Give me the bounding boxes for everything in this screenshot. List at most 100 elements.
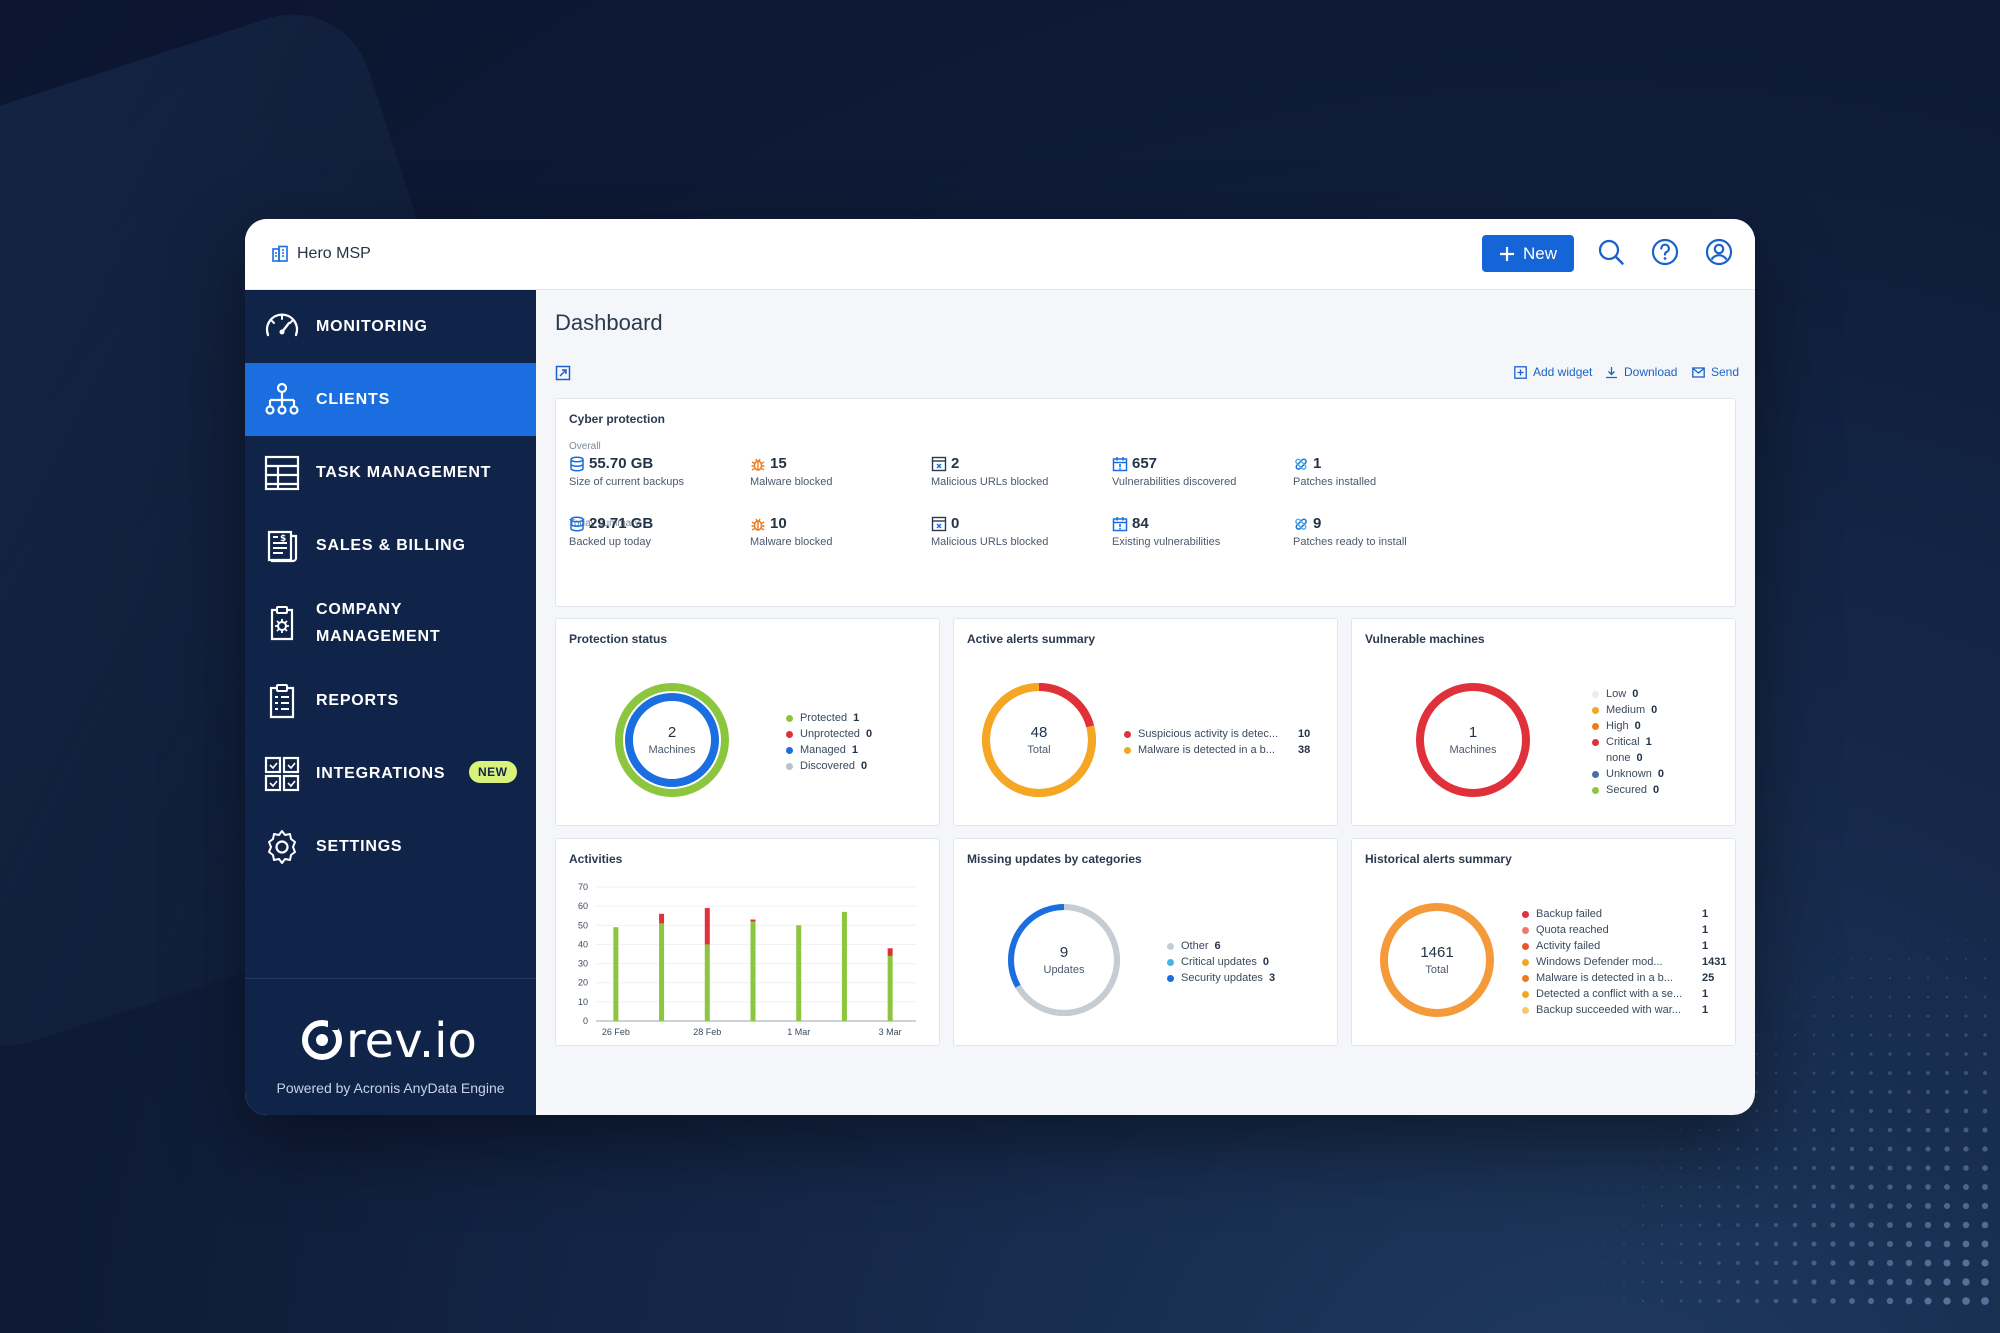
overall-label: Overall [569, 441, 601, 452]
stat-caption: Patches ready to install [1293, 536, 1407, 548]
legend-color-dot [1124, 730, 1131, 738]
sidebar-item-task-management[interactable]: TASK MANAGEMENT [245, 436, 536, 509]
bug-icon [751, 518, 765, 531]
task-board-icon [264, 455, 300, 490]
legend-item[interactable]: Suspicious activity is detec... 10 [1124, 726, 1314, 742]
mail-icon [1692, 366, 1705, 378]
legend-item[interactable]: Secured 0 [1592, 782, 1664, 798]
stat-value: 0 [951, 515, 960, 532]
help-icon[interactable] [1650, 237, 1680, 267]
sidebar: MONITORING CLIENTS TASK MANAGEMENT $ SAL… [245, 290, 536, 1115]
widget-title: Missing updates by categories [967, 852, 1142, 866]
legend-color-dot [1522, 1006, 1529, 1014]
sidebar-item-settings[interactable]: SETTINGS [245, 810, 536, 883]
bar-segment [887, 948, 893, 956]
legend-item[interactable]: Medium 0 [1592, 702, 1664, 718]
stat-caption: Patches installed [1293, 476, 1377, 488]
user-account-icon[interactable] [1704, 237, 1734, 267]
add-widget-button[interactable]: Add widget [1514, 365, 1592, 379]
bar-segment [750, 921, 756, 1021]
sidebar-item-company-management[interactable]: COMPANY MANAGEMENT [245, 582, 536, 664]
legend-item[interactable]: High 0 [1592, 718, 1664, 734]
legend-item[interactable]: none 0 [1592, 750, 1664, 766]
sidebar-item-label: SETTINGS [316, 838, 403, 855]
legend-color-dot [786, 714, 793, 722]
donut-center-label: Updates [1043, 964, 1085, 976]
legend-item[interactable]: Unprotected 0 [786, 726, 872, 742]
plus-icon [1499, 246, 1514, 261]
sidebar-item-integrations[interactable]: INTEGRATIONS NEW [245, 737, 536, 810]
send-button[interactable]: Send [1692, 365, 1739, 379]
sidebar-item-label: REPORTS [316, 692, 399, 709]
sidebar-item-clients[interactable]: CLIENTS [245, 363, 536, 436]
legend-color-dot [1522, 958, 1529, 966]
search-icon[interactable] [1596, 237, 1626, 267]
gear-icon [268, 829, 296, 864]
y-tick-label: 0 [583, 1016, 588, 1026]
sidebar-item-label: COMPANY [316, 601, 403, 618]
active-alerts-donut[interactable]: 48 Total [981, 682, 1097, 798]
sidebar-item-monitoring[interactable]: MONITORING [245, 290, 536, 363]
download-button[interactable]: Download [1605, 365, 1677, 379]
legend-item[interactable]: Security updates 3 [1167, 970, 1275, 986]
y-tick-label: 60 [578, 901, 588, 911]
send-label: Send [1711, 365, 1740, 379]
logo-text: rev.io [346, 1013, 477, 1066]
legend-item[interactable]: Discovered 0 [786, 758, 872, 774]
legend-item[interactable]: Malware is detected in a b... 25 [1522, 970, 1722, 986]
legend-item[interactable]: Malware is detected in a b... 38 [1124, 742, 1314, 758]
legend-color-dot [1522, 910, 1529, 918]
bar-segment [841, 911, 847, 1021]
legend-item[interactable]: Other 6 [1167, 938, 1275, 954]
widget-title: Activities [569, 852, 623, 866]
new-button[interactable]: New [1482, 235, 1574, 272]
legend-label: Secured [1606, 784, 1647, 796]
legend-value: 25 [1702, 972, 1715, 984]
legend-label: none [1606, 752, 1631, 764]
sidebar-item-reports[interactable]: REPORTS [245, 664, 536, 737]
legend-label: Malware is detected in a b... [1138, 744, 1275, 756]
stat-today-4[interactable]: 9 Patches ready to install [1293, 515, 1513, 548]
legend-item[interactable]: Unknown 0 [1592, 766, 1664, 782]
stat-value: 1 [1313, 455, 1322, 472]
bar-segment [750, 919, 756, 922]
legend-item[interactable]: Backup succeeded with war... 1 [1522, 1002, 1722, 1018]
legend-item[interactable]: Backup failed 1 [1522, 906, 1722, 922]
stat-value: 2 [951, 455, 960, 472]
legend-value: 0 [1651, 704, 1658, 716]
missing-updates-donut[interactable]: 9 Updates [1006, 902, 1122, 1018]
legend-color-dot [786, 730, 793, 738]
legend-value: 1 [1702, 988, 1709, 1000]
legend-item[interactable]: Low 0 [1592, 686, 1664, 702]
donut-center-value: 48 [1030, 724, 1048, 741]
org-switcher[interactable]: Hero MSP [271, 245, 371, 263]
new-button-label: New [1522, 243, 1557, 263]
legend-color-dot [1124, 746, 1131, 754]
legend-item[interactable]: Critical 1 [1592, 734, 1664, 750]
legend-label: Activity failed [1536, 940, 1601, 952]
stat-value: 84 [1132, 515, 1149, 532]
legend-label: Malware is detected in a b... [1536, 972, 1673, 984]
widget-title: Vulnerable machines [1365, 632, 1485, 646]
legend-item[interactable]: Managed 1 [786, 742, 872, 758]
protection-status-donut[interactable]: 2 Machines [614, 682, 730, 798]
active-alerts-legend: Suspicious activity is detec... 10 Malware… [1124, 726, 1314, 758]
bar-segment [659, 913, 665, 924]
expand-icon[interactable] [555, 365, 571, 381]
legend-item[interactable]: Detected a conflict with a se... 1 [1522, 986, 1722, 1002]
activities-widget: Activities 0 10 20 30 40 50 60 70 26 Feb 28 Feb 1 … [555, 838, 940, 1046]
legend-item[interactable]: Quota reached 1 [1522, 922, 1722, 938]
legend-item[interactable]: Windows Defender mod... 1431 [1522, 954, 1726, 970]
sidebar-divider [245, 978, 536, 979]
legend-item[interactable]: Activity failed 1 [1522, 938, 1722, 954]
legend-item[interactable]: Protected 1 [786, 710, 872, 726]
legend-value: 10 [1298, 728, 1311, 740]
legend-item[interactable]: Critical updates 0 [1167, 954, 1275, 970]
activities-bar-chart[interactable]: 0 10 20 30 40 50 60 70 26 Feb 28 Feb 1 Mar 3 Mar [566, 869, 936, 1049]
y-tick-label: 10 [578, 997, 588, 1007]
sidebar-item-sales-billing[interactable]: $ SALES & BILLING [245, 509, 536, 582]
stat-overall-4[interactable]: 1 Patches installed [1293, 455, 1513, 488]
historical-alerts-donut[interactable]: 1461 Total [1379, 902, 1495, 1018]
sidebar-item-label: TASK MANAGEMENT [316, 464, 492, 481]
vulnerable-machines-donut[interactable]: 1 Machines [1415, 682, 1531, 798]
